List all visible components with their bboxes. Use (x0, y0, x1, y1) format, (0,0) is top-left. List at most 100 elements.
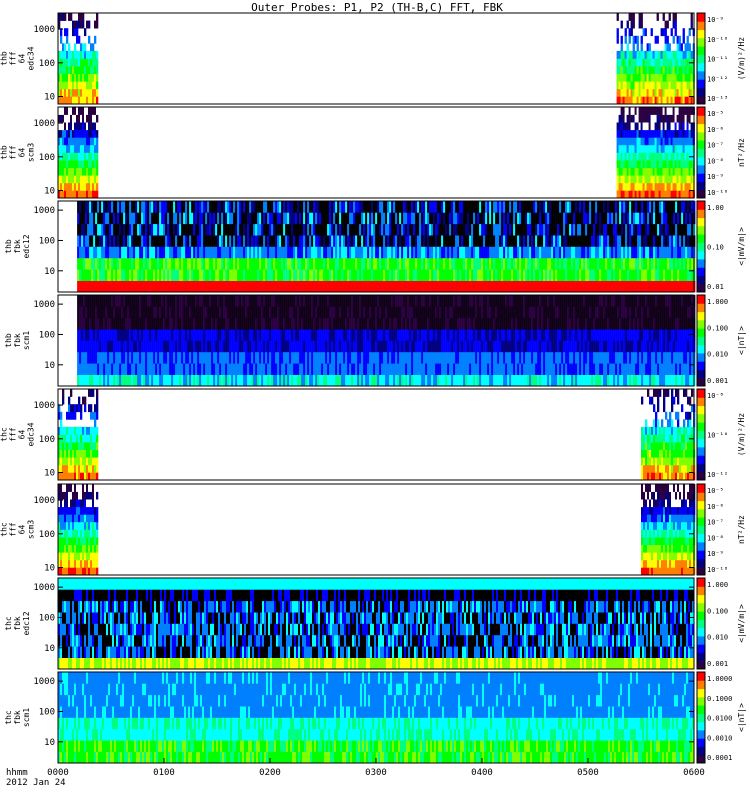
colorbar: 1.00 0.10 0.01 <|mV/m|> (696, 200, 746, 293)
colorbar-label: <|mV/m|> (737, 604, 746, 643)
panel-frame (57, 388, 695, 481)
colorbar-tick-label: 0.100 (707, 324, 728, 332)
colorbar-tick-label: 10⁻¹³ (707, 95, 728, 103)
colorbar-tick-label: 1.00 (707, 204, 724, 212)
colorbar-tick-label: 10⁻⁹ (707, 173, 724, 181)
colorbar: 1.0000 0.1000 0.0100 0.0010 0.0001 <|nT|> (696, 671, 746, 764)
x-tick-label: 0200 (259, 768, 281, 778)
colorbar-tick-label: 10⁻¹⁰ (707, 566, 728, 574)
colorbar-tick-label: 1.0000 (707, 675, 732, 683)
panel-2: 100010010thbfff64scm310⁻⁵10⁻⁶10⁻⁷10⁻⁸10⁻… (0, 106, 746, 199)
y-tick-label: 100 (39, 153, 55, 163)
colorbar: 10⁻⁵ 10⁻⁶ 10⁻⁷ 10⁻⁸ 10⁻⁹ 10⁻¹⁰ nT²/Hz (696, 106, 746, 199)
y-tick-label: 100 (39, 530, 55, 540)
panel-8: 1000 100 10 thcfbkscm1 1.0000 0.1000 0.0100 0.0… (4, 671, 746, 764)
y-tick-label: 1000 (33, 677, 55, 687)
panel-1: 1000 100 10 thbfff64edc34 10⁻⁹ 10⁻¹⁰ 10⁻¹¹ 10⁻¹… (0, 12, 746, 105)
colorbar-tick-label: 10⁻¹² (707, 471, 728, 479)
colorbar-tick-label: 10⁻⁷ (707, 142, 724, 150)
colorbar-tick-label: 10⁻⁵ (707, 110, 724, 118)
colorbar-label: (V/m)²/Hz (737, 37, 746, 81)
y-axis-label: thcfbkscm1 (4, 708, 31, 727)
colorbar-tick-label: 0.10 (707, 244, 724, 252)
colorbar-tick-label: 10⁻⁷ (707, 519, 724, 527)
panel-3: 1000 100 10 thbfbkedc12 1.00 0.10 0.01 <|mV/m|> (4, 200, 746, 293)
x-tick-label: 0300 (365, 768, 387, 778)
colorbar-tick-label: 10⁻¹¹ (707, 56, 728, 64)
y-tick-label: 10 (44, 187, 55, 197)
colorbar-tick-label: 10⁻⁶ (707, 126, 724, 134)
colorbar-tick-label: 0.001 (707, 660, 728, 668)
colorbar-tick-label: 10⁻¹⁰ (707, 432, 728, 440)
y-tick-label: 10 (44, 644, 55, 654)
y-tick-label: 100 (39, 707, 55, 717)
x-tick-label: 0100 (153, 768, 175, 778)
y-tick-label: 100 (39, 435, 55, 445)
colorbar-tick-label: 10⁻⁸ (707, 392, 724, 400)
spectrogram-data (77, 295, 696, 387)
y-axis-label: thbfbkedc12 (4, 234, 31, 258)
colorbar-tick-label: 10⁻¹⁰ (707, 189, 728, 197)
spectrogram-data (58, 578, 695, 670)
colorbar-tick-label: 10⁻⁵ (707, 487, 724, 495)
y-axis-label: thbfbkscm1 (4, 331, 31, 350)
colorbar-tick-label: 0.0100 (707, 715, 732, 723)
colorbar-tick-label: 0.010 (707, 634, 728, 642)
colorbar-tick-label: 10⁻¹⁰ (707, 36, 728, 44)
panel-4: 1000 100 10 thbfbkscm1 1.000 0.100 0.010 0.001 <… (4, 294, 746, 387)
y-tick-label: 1000 (33, 300, 55, 310)
spectrogram-data (58, 389, 696, 481)
y-tick-label: 100 (39, 236, 55, 246)
colorbar-tick-label: 0.100 (707, 607, 728, 615)
colorbar-tick-label: 1.000 (707, 298, 728, 306)
panel-frame (57, 106, 695, 199)
panel-frame (57, 12, 695, 105)
y-tick-label: 1000 (33, 401, 55, 411)
x-tick-label: 0600 (683, 768, 705, 778)
y-tick-label: 100 (39, 613, 55, 623)
panel-6: 100010010thcfff64scm310⁻⁵10⁻⁶10⁻⁷10⁻⁸10⁻… (0, 483, 746, 576)
y-tick-label: 10 (44, 267, 55, 277)
colorbar-tick-label: 0.010 (707, 351, 728, 359)
y-axis-label: thcfbkedc12 (4, 611, 31, 635)
time-axis-row1-label: hhmm (6, 768, 28, 778)
y-tick-label: 10 (44, 738, 55, 748)
colorbar-tick-label: 0.0010 (707, 734, 732, 742)
y-tick-label: 1000 (33, 119, 55, 129)
colorbar: 1.000 0.100 0.010 0.001 <|mV/m|> (696, 577, 746, 670)
colorbar-label: <|nT|> (737, 326, 746, 355)
y-tick-label: 100 (39, 330, 55, 340)
x-tick-label: 0400 (471, 768, 493, 778)
colorbar-tick-label: 10⁻⁸ (707, 534, 724, 542)
panel-5: 1000 100 10 thcfff64edc34 10⁻⁸ 10⁻¹⁰ 10⁻¹² (V/m… (0, 388, 746, 481)
y-axis-label: thcfff64scm3 (0, 520, 36, 539)
spectrogram-figure: Outer Probes: P1, P2 (TH-B,C) FFT, FBK 1… (0, 1, 746, 788)
spectrogram-data (58, 672, 695, 764)
y-axis-label: thbfff64scm3 (0, 143, 36, 162)
y-axis-label: thcfff64edc34 (0, 422, 36, 446)
plot-title: Outer Probes: P1, P2 (TH-B,C) FFT, FBK (251, 1, 503, 14)
y-tick-label: 1000 (33, 496, 55, 506)
colorbar-label: nT²/Hz (737, 138, 746, 167)
colorbar: 10⁻⁹ 10⁻¹⁰ 10⁻¹¹ 10⁻¹² 10⁻¹³ (V/m)²/Hz (696, 12, 746, 105)
spectrogram-data (77, 201, 696, 293)
y-tick-label: 100 (39, 59, 55, 69)
spectrogram-data (58, 484, 696, 576)
colorbar-tick-label: 10⁻¹² (707, 75, 728, 83)
y-tick-label: 1000 (33, 25, 55, 35)
y-tick-label: 10 (44, 564, 55, 574)
spectrogram-data (58, 107, 695, 199)
y-tick-label: 10 (44, 361, 55, 371)
spectrogram-data (58, 13, 695, 105)
y-axis-label: thbfff64edc34 (0, 46, 36, 70)
colorbar-tick-label: 10⁻⁹ (707, 16, 724, 24)
colorbar-label: <|nT|> (737, 703, 746, 732)
colorbar-label: nT²/Hz (737, 515, 746, 544)
colorbar-label: (V/m)²/Hz (737, 413, 746, 457)
colorbar-tick-label: 0.001 (707, 377, 728, 385)
colorbar-tick-label: 10⁻⁹ (707, 550, 724, 558)
x-tick-label: 0000 (47, 768, 69, 778)
panel-7: 1000 100 10 thcfbkedc12 1.000 0.100 0.010 0.001… (4, 577, 746, 670)
y-tick-label: 10 (44, 469, 55, 479)
y-tick-label: 1000 (33, 206, 55, 216)
